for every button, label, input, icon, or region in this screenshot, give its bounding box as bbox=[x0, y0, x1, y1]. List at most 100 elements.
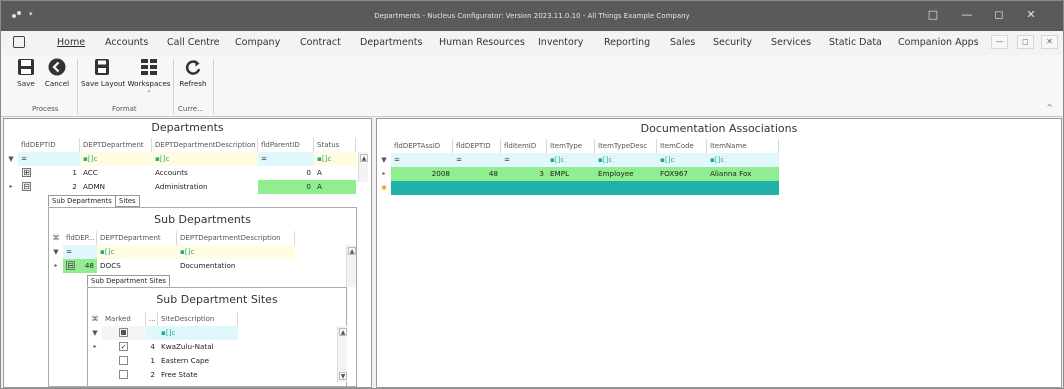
table-row[interactable]: 1 Eastern Cape bbox=[88, 354, 238, 368]
filter-status[interactable]: ▪[]c bbox=[314, 152, 356, 166]
filter-sitedescription[interactable]: ▪[]c bbox=[158, 326, 238, 340]
col-itemtypedesc[interactable]: ItemTypeDesc bbox=[595, 139, 657, 153]
table-row-selected[interactable]: ▸ ⊟ 2 ADMN Administration 0 A bbox=[4, 180, 356, 194]
close-button[interactable]: ✕ bbox=[1023, 7, 1039, 23]
cell-deptid: 48 bbox=[488, 169, 498, 178]
filter-flddep[interactable]: = bbox=[63, 245, 97, 259]
filter-flditemid[interactable]: = bbox=[501, 153, 547, 167]
menu-call-centre[interactable]: Call Centre bbox=[167, 37, 220, 48]
column-chooser-icon[interactable]: ⌘ bbox=[88, 312, 102, 326]
col-marked[interactable]: Marked bbox=[102, 312, 146, 326]
filter-deptdepartment[interactable]: ▪[]c bbox=[97, 245, 177, 259]
table-row-selected[interactable]: ▸ ⊟ 48 DOCS Documentation bbox=[49, 259, 295, 273]
table-row[interactable]: ⊞ 1 ACC Accounts 0 A bbox=[4, 166, 356, 180]
cell-parent: 0 bbox=[306, 168, 311, 177]
cell-id: 1 bbox=[72, 168, 77, 177]
mdi-close-button[interactable]: ✕ bbox=[1041, 35, 1058, 49]
menu-human-resources[interactable]: Human Resources bbox=[439, 37, 525, 48]
menu-departments[interactable]: Departments bbox=[360, 37, 422, 48]
filter-flddeptid[interactable]: = bbox=[18, 152, 80, 166]
save-button[interactable]: Save bbox=[17, 58, 35, 88]
col-site-number[interactable]: ... bbox=[146, 312, 158, 326]
marked-checkbox[interactable] bbox=[119, 356, 128, 365]
col-status[interactable]: Status bbox=[314, 138, 356, 152]
table-row[interactable]: 2008 48 3 EMPL Employee FOX967 Alianna F… bbox=[391, 167, 779, 181]
filter-description[interactable]: ▪[]c bbox=[152, 152, 258, 166]
cell-site-desc: Eastern Cape bbox=[161, 356, 210, 365]
menu-reporting[interactable]: Reporting bbox=[604, 37, 650, 48]
tab-sites[interactable]: Sites bbox=[115, 195, 140, 207]
col-itemtype[interactable]: ItemType bbox=[547, 139, 595, 153]
mdi-minimize-button[interactable]: — bbox=[991, 35, 1008, 49]
maximize-button[interactable]: ◻ bbox=[991, 7, 1007, 23]
collapse-row-icon[interactable]: ⊟ bbox=[22, 182, 31, 191]
col-deptdepartmentdescription[interactable]: DEPTDepartmentDescription bbox=[177, 231, 295, 245]
col-flddeptid[interactable]: fldDEPTID bbox=[453, 139, 501, 153]
column-chooser-icon[interactable]: ⌘ bbox=[49, 231, 63, 245]
table-row-selected[interactable]: ▸ ✓ 4 KwaZulu-Natal bbox=[88, 340, 238, 354]
menu-accounts[interactable]: Accounts bbox=[105, 37, 148, 48]
new-row[interactable] bbox=[391, 181, 779, 195]
col-flddeptassid[interactable]: fldDEPTAssID bbox=[391, 139, 453, 153]
filter-marked-checkbox[interactable] bbox=[119, 328, 128, 337]
save-layout-icon bbox=[95, 59, 109, 75]
menu-company[interactable]: Company bbox=[235, 37, 280, 48]
quick-access-icon[interactable] bbox=[13, 36, 25, 48]
filter-fldparentid[interactable]: = bbox=[258, 152, 314, 166]
filter-description[interactable]: ▪[]c bbox=[177, 245, 295, 259]
menu-home[interactable]: Home bbox=[57, 37, 85, 48]
col-flditemid[interactable]: fldItemID bbox=[501, 139, 547, 153]
app-window: ▾ Departments - Nucleus Configurator: Ve… bbox=[0, 0, 1064, 389]
refresh-button[interactable]: Refresh bbox=[177, 58, 209, 88]
workspaces-button[interactable]: Workspaces ⌄ bbox=[127, 58, 171, 94]
tab-sub-department-sites[interactable]: Sub Department Sites bbox=[87, 275, 170, 287]
scroll-up-icon[interactable]: ▲ bbox=[339, 328, 347, 336]
filter-itemtype[interactable]: ▪[]c bbox=[547, 153, 595, 167]
restore-layout-icon[interactable]: □ bbox=[925, 7, 941, 23]
collapse-ribbon-icon[interactable]: ^ bbox=[1046, 103, 1053, 112]
collapse-row-icon[interactable]: ⊟ bbox=[66, 261, 75, 270]
mdi-restore-button[interactable]: ◻ bbox=[1017, 35, 1034, 49]
sites-scrollbar[interactable]: ▲ ▼ bbox=[337, 326, 347, 382]
marked-checkbox[interactable]: ✓ bbox=[119, 342, 128, 351]
departments-scrollbar[interactable]: ▲ bbox=[358, 152, 368, 182]
col-itemcode[interactable]: ItemCode bbox=[657, 139, 707, 153]
expand-row-icon[interactable]: ⊞ bbox=[22, 168, 31, 177]
col-flddep[interactable]: fldDEP... bbox=[63, 231, 97, 245]
filter-site-number[interactable] bbox=[146, 326, 158, 340]
filter-deptdepartment[interactable]: ▪[]c bbox=[80, 152, 152, 166]
marked-checkbox[interactable] bbox=[119, 370, 128, 379]
cell-site-desc: Free State bbox=[161, 370, 198, 379]
filter-flddeptid[interactable]: = bbox=[453, 153, 501, 167]
col-itemname[interactable]: ItemName bbox=[707, 139, 779, 153]
filter-itemtypedesc[interactable]: ▪[]c bbox=[595, 153, 657, 167]
sub-departments-scrollbar[interactable]: ▲ bbox=[346, 245, 356, 287]
col-deptdepartment[interactable]: DEPTDepartment bbox=[80, 138, 152, 152]
menu-contract[interactable]: Contract bbox=[300, 37, 341, 48]
minimize-button[interactable]: — bbox=[959, 7, 975, 23]
tab-sub-departments[interactable]: Sub Departments bbox=[48, 195, 116, 207]
menu-services[interactable]: Services bbox=[771, 37, 811, 48]
col-flddeptid[interactable]: fldDEPTID bbox=[18, 138, 80, 152]
cell-status: A bbox=[317, 168, 322, 177]
cell-id: 2 bbox=[72, 182, 77, 191]
filter-itemname[interactable]: ▪[]c bbox=[707, 153, 779, 167]
col-sitedescription[interactable]: SiteDescription bbox=[158, 312, 238, 326]
col-deptdepartment[interactable]: DEPTDepartment bbox=[97, 231, 177, 245]
menu-static-data[interactable]: Static Data bbox=[829, 37, 882, 48]
scroll-down-icon[interactable]: ▼ bbox=[339, 372, 347, 380]
filter-itemcode[interactable]: ▪[]c bbox=[657, 153, 707, 167]
filter-flddeptassid[interactable]: = bbox=[391, 153, 453, 167]
cell-status: A bbox=[314, 180, 356, 194]
col-fldparentid[interactable]: fldParentID bbox=[258, 138, 314, 152]
scroll-up-icon[interactable]: ▲ bbox=[360, 154, 368, 162]
menu-sales[interactable]: Sales bbox=[670, 37, 695, 48]
menu-security[interactable]: Security bbox=[713, 37, 752, 48]
menu-inventory[interactable]: Inventory bbox=[538, 37, 583, 48]
save-layout-button[interactable]: Save Layout bbox=[81, 58, 125, 88]
menu-companion-apps[interactable]: Companion Apps bbox=[898, 37, 979, 48]
table-row[interactable]: 2 Free State bbox=[88, 368, 238, 382]
cancel-button[interactable]: Cancel bbox=[43, 58, 71, 88]
col-deptdepartmentdescription[interactable]: DEPTDepartmentDescription bbox=[152, 138, 258, 152]
scroll-up-icon[interactable]: ▲ bbox=[348, 247, 356, 255]
